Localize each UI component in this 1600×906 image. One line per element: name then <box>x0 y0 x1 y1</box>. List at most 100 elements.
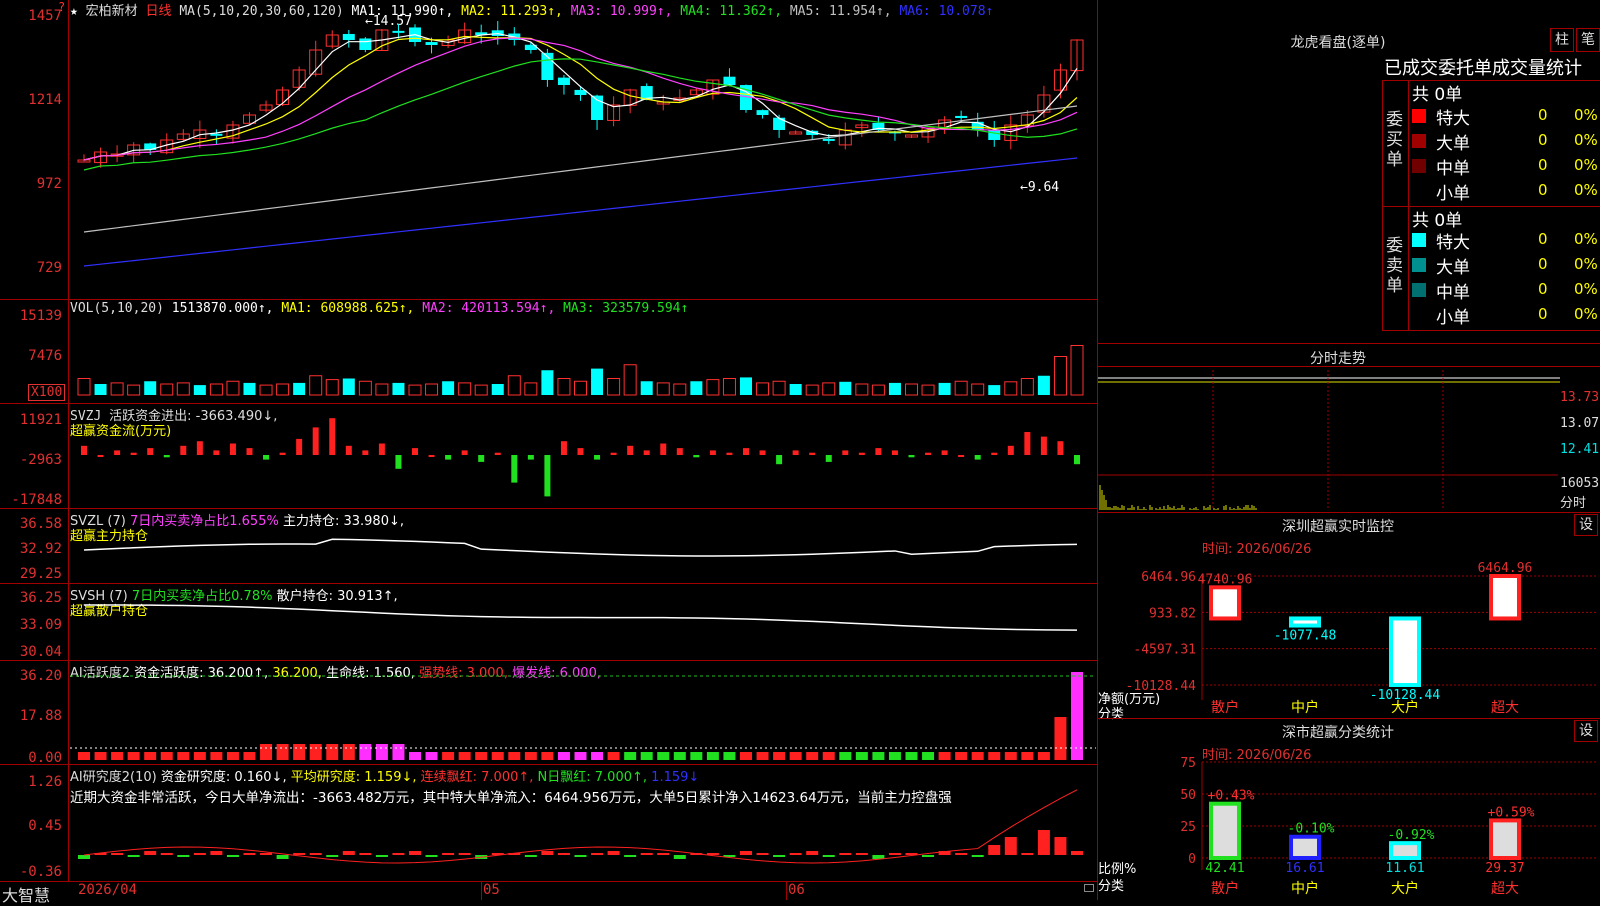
sz-class-bar <box>1209 801 1241 861</box>
sz-monitor-y-tick: -4597.31 <box>1133 643 1196 658</box>
volume-bar <box>259 384 273 396</box>
activity-bar <box>690 752 703 760</box>
sz-monitor-y-tick: 933.82 <box>1149 606 1196 621</box>
main-holding-line <box>83 538 1078 557</box>
activity-bar <box>260 744 273 760</box>
volume-bar <box>722 378 736 396</box>
research-bar <box>591 853 604 855</box>
fund-flow-bar <box>925 452 932 455</box>
research-bar <box>1037 830 1050 855</box>
volume-bar <box>507 375 521 396</box>
research-bar <box>359 853 372 855</box>
research-bar <box>624 855 637 857</box>
research-bar <box>309 853 322 855</box>
candle-down <box>756 110 769 115</box>
activity-bar <box>872 752 885 760</box>
activity-bar <box>822 752 835 760</box>
activity-bar <box>574 752 587 760</box>
retail-holding-line <box>83 604 1078 631</box>
sz-class-y-tick: 75 <box>1180 756 1196 771</box>
research-bar <box>293 853 306 855</box>
activity-bar <box>78 752 90 760</box>
research-bar <box>524 855 537 857</box>
research-bar <box>177 855 190 857</box>
volume-bar <box>425 383 439 396</box>
research-bar <box>276 855 289 859</box>
chart-canvas[interactable] <box>0 0 1098 900</box>
research-bar <box>425 855 438 857</box>
fund-flow-bar <box>709 450 716 455</box>
fund-flow-bar <box>130 452 137 455</box>
volume-bar <box>640 381 653 395</box>
activity-bar <box>557 752 570 760</box>
sz-monitor-y-tick: -10128.44 <box>1126 679 1197 694</box>
fund-flow-bar <box>941 450 948 455</box>
research-bar <box>640 853 653 855</box>
activity-bar <box>1037 752 1050 760</box>
fund-flow-bar <box>1057 441 1064 455</box>
sz-monitor-category: 散户 <box>1211 699 1239 716</box>
sz-monitor-category: 超大 <box>1491 700 1519 716</box>
chart-area[interactable]: ★ 宏柏新材 日线 MA(5,10,20,30,60,120) MA1: 11.… <box>0 0 1098 905</box>
fund-flow-bar <box>114 450 121 455</box>
candle-down <box>342 33 355 40</box>
volume-bar <box>1053 356 1067 396</box>
fund-flow-bar <box>1024 432 1031 455</box>
fund-flow-bar <box>1074 455 1080 465</box>
research-bar <box>855 853 868 855</box>
research-bar <box>1071 851 1083 855</box>
activity-bar <box>773 752 786 760</box>
sz-class-change-label: -0.92% <box>1388 828 1435 843</box>
volume-bar <box>160 383 174 396</box>
activity-bar <box>624 752 637 760</box>
activity-bar <box>359 744 372 760</box>
sz-monitor-value-label: 6464.96 <box>1478 561 1533 576</box>
activity-bar <box>392 744 405 760</box>
sz-monitor-category: 大户 <box>1391 699 1419 716</box>
volume-bar <box>442 381 455 395</box>
volume-bar <box>176 382 190 396</box>
sz-class-bar <box>1489 818 1521 860</box>
sz-class-y-tick: 50 <box>1180 788 1196 803</box>
activity-bar <box>508 752 521 760</box>
research-bar <box>111 853 124 855</box>
fund-flow-bar <box>147 448 154 455</box>
research-bar <box>673 855 686 859</box>
research-bar <box>789 853 802 855</box>
activity-bar <box>1021 752 1034 760</box>
research-bar <box>541 851 554 855</box>
research-bar <box>210 851 223 855</box>
volume-bar <box>144 381 157 395</box>
fund-flow-bar <box>412 448 418 455</box>
activity-bar <box>541 752 554 760</box>
activity-bar <box>789 752 802 760</box>
activity-bar <box>988 752 1001 760</box>
activity-bar <box>855 752 868 760</box>
sz-class-y-tick: 0 <box>1188 852 1196 867</box>
activity-bar <box>905 752 918 760</box>
fund-flow-bar <box>776 455 783 465</box>
fund-flow-bar <box>180 445 187 455</box>
fund-flow-bar <box>345 445 352 455</box>
volume-bar <box>358 380 372 396</box>
fund-flow-bar <box>660 443 667 455</box>
fund-flow-bar <box>825 455 832 462</box>
right-sidebar: 龙虎看盘(逐单) 柱 笔 已成交委托单成交量统计 委买单 委卖单 共 0单 共 … <box>1098 0 1600 900</box>
volume-bar <box>607 378 621 396</box>
activity-bar <box>673 752 686 760</box>
activity-bar <box>971 752 984 760</box>
activity-bar <box>524 752 537 760</box>
candle-down <box>557 77 570 85</box>
volume-bar <box>94 384 107 395</box>
research-bar <box>657 853 670 855</box>
sz-monitor-bar <box>1289 616 1321 628</box>
volume-bar <box>938 382 951 395</box>
volume-bar <box>871 384 885 396</box>
volume-bar <box>789 384 802 395</box>
fund-flow-bar <box>312 427 319 455</box>
volume-bar <box>110 382 124 396</box>
research-bar <box>260 853 273 855</box>
volume-bar <box>276 383 290 396</box>
volume-bar <box>226 380 240 396</box>
ma4-line <box>83 58 1078 171</box>
